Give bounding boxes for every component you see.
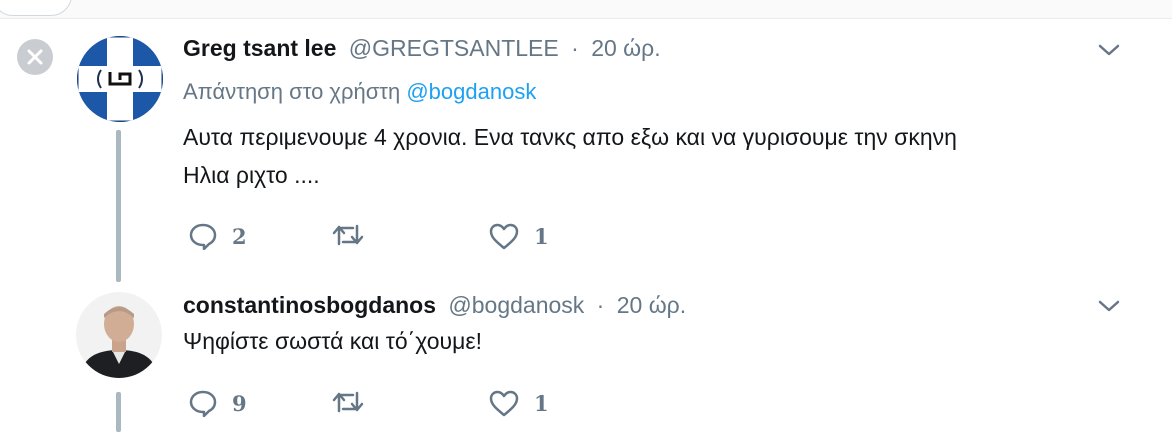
author-name[interactable]: constantinosbogdanos <box>183 292 436 318</box>
avatar-bogdanos[interactable] <box>76 292 162 378</box>
chevron-down-icon[interactable] <box>1097 42 1121 58</box>
timestamp[interactable]: 20 ώρ. <box>591 35 660 61</box>
tweet-text: Ψηφίστε σωστά και τό΄χουμε! <box>183 322 482 360</box>
like-count: 1 <box>534 390 549 416</box>
reply-count: 2 <box>232 223 247 249</box>
avatar-greg[interactable] <box>77 36 163 122</box>
reply-icon <box>189 390 217 417</box>
heart-icon <box>489 223 519 250</box>
tweet-text: Αυτα περιμενουμε 4 χρονια. Ενα τανκς απο… <box>183 118 957 194</box>
flag-avatar-image <box>77 36 163 122</box>
tweet-header-2: constantinosbogdanos @bogdanosk · 20 ώρ. <box>183 291 686 319</box>
author-handle[interactable]: @bogdanosk <box>448 292 584 318</box>
reply-button[interactable]: 9 <box>188 389 247 417</box>
thread-line <box>116 130 121 282</box>
retweet-icon <box>332 224 364 246</box>
retweet-button[interactable] <box>330 222 366 248</box>
reply-button[interactable]: 2 <box>188 222 247 250</box>
tweet-text-line: Ψηφίστε σωστά και τό΄χουμε! <box>183 328 483 354</box>
thread-line <box>116 392 121 432</box>
like-count: 1 <box>534 223 549 249</box>
close-button[interactable] <box>17 39 53 75</box>
reply-prefix: Απάντηση στο χρήστη <box>183 79 401 104</box>
top-bar <box>0 0 1172 19</box>
tweet-text-line: Αυτα περιμενουμε 4 χρονια. Ενα τανκς απο… <box>183 124 957 150</box>
retweet-button[interactable] <box>330 389 366 415</box>
timestamp[interactable]: 20 ώρ. <box>617 292 686 318</box>
reply-mention-link[interactable]: @bogdanosk <box>406 79 536 104</box>
separator-dot: · <box>596 292 605 318</box>
tweet-header-1: Greg tsant lee @GREGTSANTLEE · 20 ώρ. <box>183 34 661 62</box>
profile-photo-image <box>76 292 162 378</box>
author-name[interactable]: Greg tsant lee <box>183 35 336 61</box>
like-button[interactable]: 1 <box>488 389 549 417</box>
tweet-text-line: Ηλια ριχτο .... <box>183 162 320 188</box>
close-icon <box>27 49 43 65</box>
retweet-icon <box>332 391 364 413</box>
heart-icon <box>489 390 519 417</box>
reply-context: Απάντηση στο χρήστη @bogdanosk <box>183 78 536 106</box>
chevron-down-icon[interactable] <box>1097 298 1121 314</box>
like-button[interactable]: 1 <box>488 222 549 250</box>
separator-dot: · <box>571 35 579 61</box>
reply-icon <box>189 223 217 250</box>
reply-count: 9 <box>232 390 247 416</box>
top-search-pill[interactable] <box>0 0 72 16</box>
author-handle[interactable]: @GREGTSANTLEE <box>349 35 559 61</box>
